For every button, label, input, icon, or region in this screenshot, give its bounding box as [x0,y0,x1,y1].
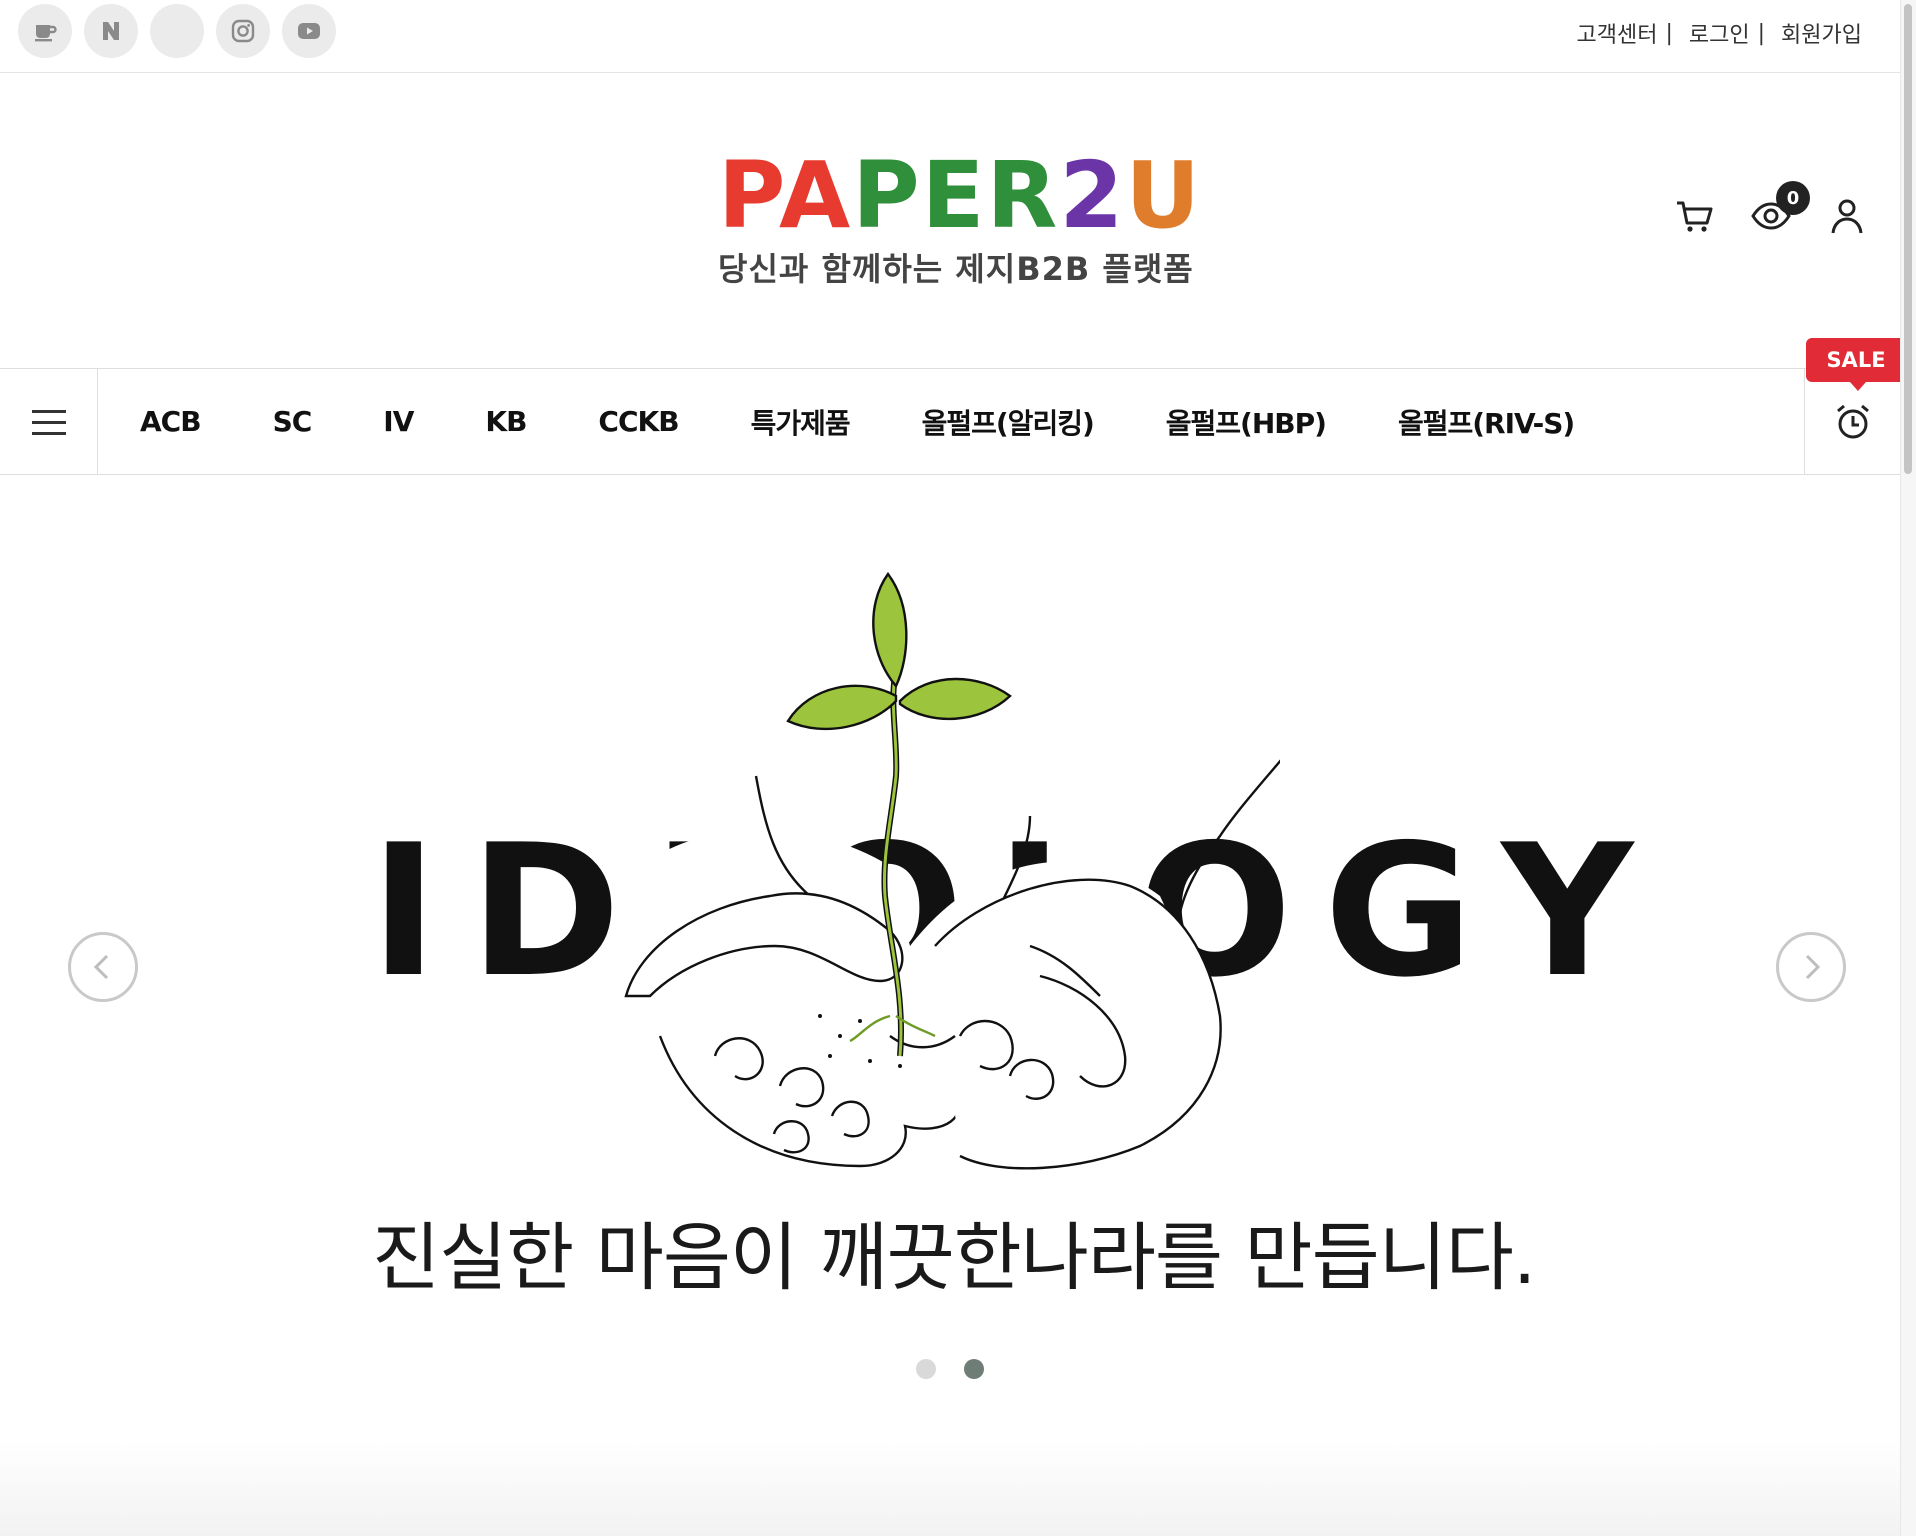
separator: | [1757,20,1766,46]
logo-letter: E [921,142,987,249]
logo-subtitle: 당신과 함께하는 제지B2B 플랫폼 [718,250,1194,288]
cafe-link[interactable] [18,4,72,58]
utility-links: 고객센터 | 로그인 | 회원가입 [1576,17,1862,49]
nav-items: ACB SC IV KB CCKB 특가제품 올펄프(알리킹) 올펄프(HBP)… [98,369,1604,474]
logo-letter: P [718,142,779,249]
logo-letter: P [852,142,922,249]
nav-item-allpulp-aliking[interactable]: 올펄프(알리킹) [922,402,1095,442]
signup-link[interactable]: 회원가입 [1781,17,1862,49]
nav-item-allpulp-hbp[interactable]: 올펄프(HBP) [1166,402,1327,442]
nav-item-iv[interactable]: IV [383,405,414,438]
blank-sns-link[interactable] [150,4,204,58]
logo-letter: U [1125,142,1203,249]
chevron-left-icon [93,954,109,980]
logo-letter: R [986,142,1060,249]
section-fade [0,1440,1900,1536]
header-icons: 0 [1674,181,1868,237]
nav-item-cckb[interactable]: CCKB [598,405,679,438]
slider-dot-1[interactable] [916,1359,936,1379]
sale-tag: SALE [1806,338,1906,391]
logo-wordmark: PAPER2U [718,150,1200,242]
slider-pagination [916,1359,984,1379]
naver-blog-icon [103,22,119,40]
main-nav: ACB SC IV KB CCKB 특가제품 올펄프(알리킹) 올펄프(HBP)… [0,368,1900,475]
nav-item-allpulp-riv-s[interactable]: 올펄프(RIV-S) [1398,402,1575,442]
chevron-right-icon [1805,954,1821,980]
slider-prev-button[interactable] [68,932,138,1002]
youtube-icon [298,23,320,39]
youtube-link[interactable] [282,4,336,58]
top-utility-bar: 고객센터 | 로그인 | 회원가입 [0,0,1900,73]
vertical-scrollbar[interactable] [1900,0,1916,1536]
nav-item-kb[interactable]: KB [485,405,527,438]
separator: | [1665,20,1673,46]
hero-tagline: 진실한 마음이 깨끗한나라를 만듭니다. [372,1215,1536,1301]
alarm-clock-icon [1836,404,1869,438]
nav-item-special[interactable]: 특가제품 [751,402,851,442]
logo-letter: A [778,142,853,249]
hamburger-icon [31,409,66,435]
naver-blog-link[interactable] [84,4,138,58]
slider-next-button[interactable] [1776,932,1846,1002]
recent-view-count-badge: 0 [1776,181,1810,215]
scrollbar-thumb[interactable] [1904,4,1912,474]
category-menu-button[interactable] [0,369,98,474]
person-icon [1831,199,1863,234]
nav-item-acb[interactable]: ACB [140,405,202,438]
cafe-icon [35,25,57,42]
account-button[interactable] [1826,195,1868,237]
hands-sprout-illustration [620,571,1280,1174]
cart-icon [1677,201,1713,232]
instagram-link[interactable] [216,4,270,58]
recent-view-button[interactable]: 0 [1750,181,1810,237]
logo-letter: 2 [1059,142,1126,249]
instagram-icon [231,19,255,43]
slider-dot-2[interactable] [964,1359,984,1379]
login-link[interactable]: 로그인 [1689,17,1750,49]
cart-button[interactable] [1674,195,1716,237]
customer-center-link[interactable]: 고객센터 [1576,17,1657,49]
nav-item-sc[interactable]: SC [273,405,313,438]
site-logo[interactable]: PAPER2U 당신과 함께하는 제지B2B 플랫폼 [718,150,1200,290]
sns-links [18,4,336,58]
